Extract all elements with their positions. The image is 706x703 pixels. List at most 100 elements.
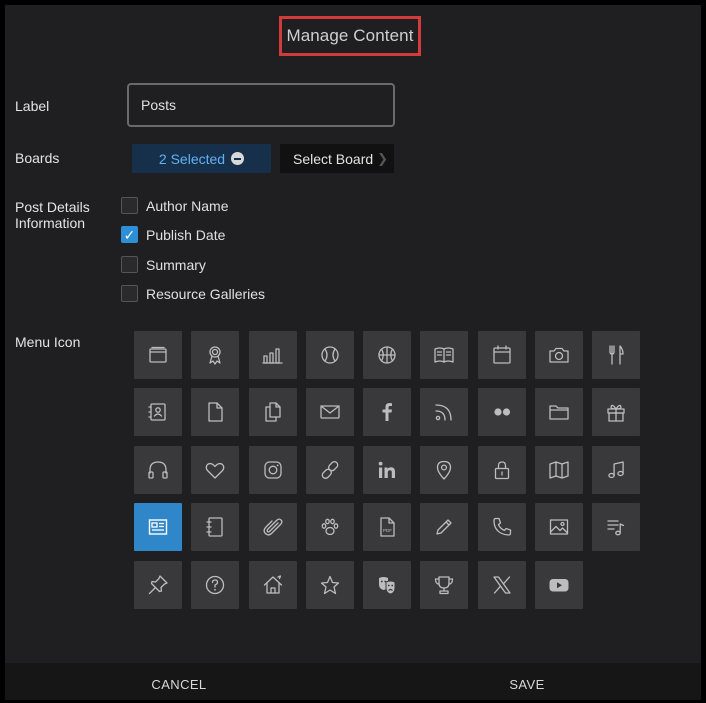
menu-icon-option-baseball[interactable] [305, 331, 354, 379]
menu-icon-option-phone[interactable] [477, 503, 526, 552]
select-board-button[interactable]: Select Board ❯ [280, 144, 394, 173]
menu-icon-option-document[interactable] [191, 388, 240, 437]
theater-masks-icon [379, 576, 396, 595]
camera-icon [549, 347, 569, 363]
pencil-icon [436, 519, 453, 535]
post-details-label-line1: Post Details [15, 199, 90, 215]
menu-icon-option-pencil[interactable] [420, 503, 469, 552]
menu-icon-option-theater-masks[interactable] [363, 560, 412, 609]
cancel-button[interactable]: CANCEL [5, 671, 353, 692]
menu-icon-option-window[interactable] [134, 331, 182, 379]
menu-icon-option-camera[interactable] [535, 331, 584, 379]
map-pin-icon [437, 460, 452, 480]
menu-icon-option-lock[interactable] [477, 445, 526, 494]
checkbox-label: Summary [146, 256, 206, 273]
checkbox-row-resource-galleries[interactable]: Resource Galleries [121, 285, 265, 302]
menu-icon-option-rss[interactable] [420, 388, 469, 437]
playlist-icon [607, 520, 625, 536]
utensils-icon [609, 345, 625, 365]
menu-icon-option-paw[interactable] [305, 503, 354, 552]
boards-selected-count: 2 Selected [158, 150, 226, 167]
checkbox-label: Author Name [146, 197, 229, 214]
menu-icon-option-bar-chart[interactable] [248, 331, 297, 379]
x-logo-icon [493, 575, 511, 594]
question-icon [206, 575, 225, 594]
menu-icon-option-award[interactable] [191, 331, 240, 379]
menu-icon-option-envelope[interactable] [305, 388, 354, 437]
summary-checkbox[interactable] [121, 256, 138, 273]
linkedin-icon [378, 461, 396, 478]
menu-icon-option-utensils[interactable] [592, 331, 641, 379]
publish-date-checkbox[interactable]: ✓ [121, 226, 138, 243]
menu-icon-option-question[interactable] [191, 560, 240, 609]
menu-icon-option-pushpin[interactable] [134, 560, 182, 609]
author-name-checkbox[interactable] [121, 197, 138, 214]
envelope-icon [320, 405, 340, 420]
menu-icon-option-x-logo[interactable] [477, 560, 526, 609]
menu-icon-option-news[interactable] [134, 503, 182, 552]
dialog-title: Manage Content [286, 26, 414, 45]
trophy-icon [435, 575, 454, 594]
menu-icon-option-documents[interactable] [248, 388, 297, 437]
resource-galleries-checkbox[interactable] [121, 285, 138, 302]
menu-icon-option-calendar[interactable] [477, 331, 526, 379]
lock-icon [494, 461, 509, 479]
headphones-icon [148, 461, 168, 479]
checkbox-row-author-name[interactable]: Author Name [121, 197, 228, 214]
checkbox-row-publish-date[interactable]: ✓ Publish Date [121, 226, 225, 243]
remove-circle-icon[interactable] [231, 152, 245, 165]
menu-icon-option-trophy[interactable] [420, 560, 469, 609]
menu-icon-option-book[interactable] [420, 331, 469, 379]
menu-icon-option-home[interactable] [248, 560, 297, 609]
menu-icon-option-pdf[interactable]: PDF [363, 503, 412, 552]
menu-icon-option-flickr[interactable] [477, 388, 526, 437]
menu-icon-option-notebook[interactable] [191, 503, 240, 552]
award-icon [209, 346, 221, 365]
checkbox-row-summary[interactable]: Summary [121, 256, 206, 273]
image-icon [549, 519, 569, 535]
save-button[interactable]: SAVE [353, 671, 701, 692]
manage-content-dialog: Manage Content Label Boards 2 Selected S… [5, 5, 701, 700]
menu-icon-option-contact-card[interactable] [134, 388, 182, 437]
menu-icon-option-link[interactable] [305, 445, 354, 494]
link-icon [321, 460, 339, 479]
menu-icon-option-headphones[interactable] [134, 445, 182, 494]
menu-icon-option-playlist[interactable] [592, 503, 641, 552]
menu-icon-option-music-note[interactable] [592, 445, 641, 494]
menu-icon-option-facebook[interactable] [363, 388, 412, 437]
menu-icon-option-star[interactable] [305, 560, 354, 609]
contact-card-icon [148, 403, 166, 422]
notebook-icon [206, 517, 223, 537]
menu-icon-option-basketball[interactable] [363, 331, 412, 379]
label-input[interactable] [127, 83, 395, 127]
select-board-label: Select Board [293, 150, 374, 167]
boards-selected-pill[interactable]: 2 Selected [132, 144, 271, 173]
menu-icon-option-gift[interactable] [592, 388, 641, 437]
menu-icon-option-map-pin[interactable] [420, 445, 469, 494]
map-icon [549, 461, 569, 479]
pushpin-icon [148, 574, 168, 594]
menu-icon-option-youtube[interactable] [535, 560, 584, 609]
dialog-footer: CANCEL SAVE [5, 663, 701, 700]
checkmark-icon: ✓ [123, 226, 136, 243]
music-note-icon [608, 461, 625, 478]
svg-text:PDF: PDF [383, 528, 392, 533]
menu-icon-option-paperclip[interactable] [248, 503, 297, 552]
phone-icon [493, 518, 511, 536]
book-icon [434, 347, 455, 363]
label-field-label: Label [15, 98, 50, 114]
checkbox-label: Resource Galleries [146, 285, 266, 302]
paw-icon [321, 518, 339, 536]
menu-icon-option-map[interactable] [535, 445, 584, 494]
menu-icon-option-image[interactable] [535, 503, 584, 552]
menu-icon-option-heart[interactable] [191, 445, 240, 494]
instagram-icon [263, 461, 282, 479]
menu-icon-option-linkedin[interactable] [363, 445, 412, 494]
menu-icon-option-instagram[interactable] [248, 445, 297, 494]
boards-label: Boards [15, 150, 60, 166]
menu-icon-option-folder[interactable] [535, 388, 584, 437]
home-icon [263, 574, 282, 594]
dialog-title-highlight: Manage Content [279, 16, 421, 56]
bar-chart-icon [261, 348, 283, 364]
chevron-right-icon: ❯ [377, 151, 388, 166]
